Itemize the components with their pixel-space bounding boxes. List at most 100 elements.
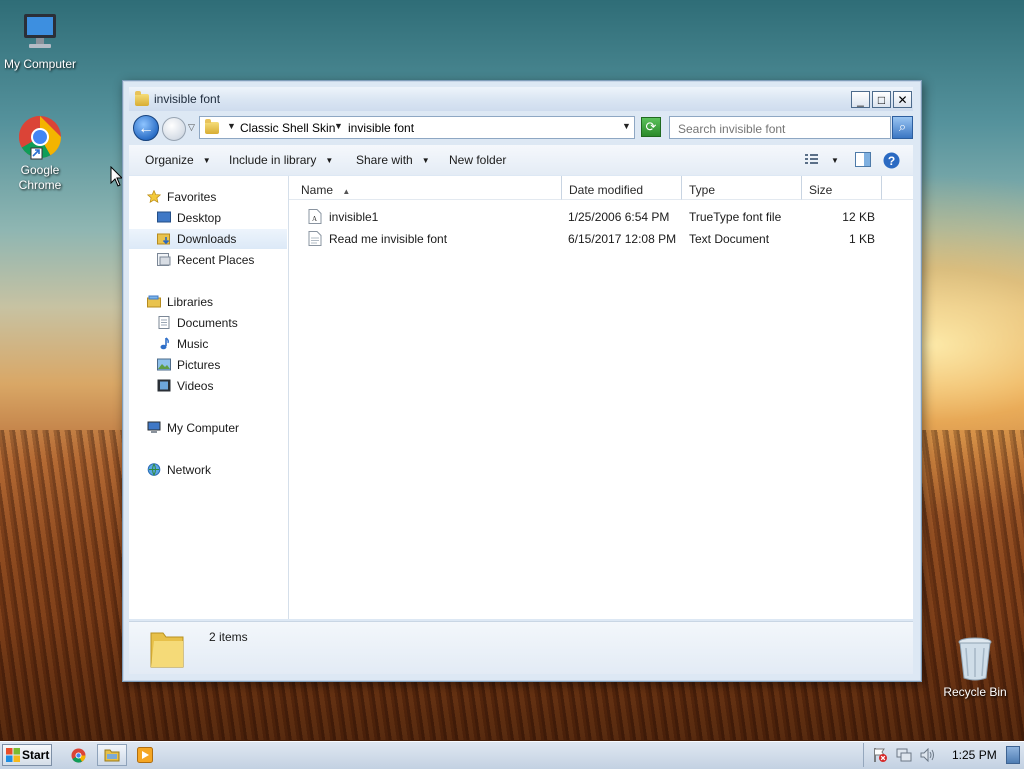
include-in-library-button[interactable]: Include in library ▼ bbox=[229, 153, 333, 167]
nav-my-computer[interactable]: My Computer bbox=[147, 421, 239, 441]
computer-icon bbox=[24, 14, 56, 48]
breadcrumb-arrow-icon[interactable]: ▼ bbox=[334, 121, 343, 131]
taskbar-chrome-button[interactable] bbox=[64, 744, 94, 766]
file-type: Text Document bbox=[689, 232, 770, 246]
organize-button[interactable]: Organize ▼ bbox=[145, 153, 211, 167]
nav-pictures[interactable]: Pictures bbox=[157, 358, 220, 378]
nav-recent-places-label: Recent Places bbox=[177, 253, 255, 267]
nav-libraries-label: Libraries bbox=[167, 295, 214, 309]
text-document-icon bbox=[308, 231, 322, 246]
breadcrumb-item[interactable]: Classic Shell Skin bbox=[240, 121, 335, 135]
sort-ascending-icon: ▲ bbox=[342, 187, 351, 196]
explorer-window[interactable]: invisible font _ □ ✕ ← ▽ ▼ Classic Shell… bbox=[122, 80, 922, 682]
share-with-button[interactable]: Share with ▼ bbox=[356, 153, 430, 167]
pictures-icon bbox=[157, 358, 171, 371]
view-options-chevron-down-icon[interactable]: ▼ bbox=[831, 156, 839, 165]
address-history-dropdown-icon[interactable]: ▼ bbox=[622, 121, 631, 131]
maximize-button[interactable]: □ bbox=[872, 91, 891, 108]
action-center-flag-icon[interactable] bbox=[872, 747, 888, 763]
chevron-down-icon: ▼ bbox=[421, 156, 430, 165]
documents-icon bbox=[158, 316, 170, 329]
share-with-label: Share with bbox=[356, 153, 413, 167]
folder-icon bbox=[135, 91, 149, 106]
show-desktop-button[interactable] bbox=[1006, 746, 1020, 764]
search-icon[interactable]: ⌕ bbox=[892, 116, 913, 139]
column-header-size[interactable]: Size bbox=[802, 176, 882, 200]
back-button[interactable]: ← bbox=[133, 115, 159, 141]
taskbar-explorer-button[interactable] bbox=[97, 744, 127, 766]
file-date: 6/15/2017 12:08 PM bbox=[568, 232, 677, 246]
breadcrumb-arrow-icon[interactable]: ▼ bbox=[227, 121, 236, 131]
nav-videos[interactable]: Videos bbox=[157, 379, 213, 399]
videos-icon bbox=[157, 379, 171, 392]
column-header-type[interactable]: Type bbox=[682, 176, 802, 200]
music-note-icon bbox=[160, 337, 169, 350]
table-row[interactable]: A invisible1 1/25/2006 6:54 PM TrueType … bbox=[289, 206, 913, 228]
file-name: invisible1 bbox=[329, 210, 379, 224]
minimize-button[interactable]: _ bbox=[851, 91, 870, 108]
taskbar-media-player-button[interactable] bbox=[131, 744, 161, 766]
recent-places-icon bbox=[157, 253, 171, 266]
nav-libraries[interactable]: Libraries bbox=[147, 295, 213, 315]
start-label: Start bbox=[22, 748, 50, 762]
column-name-label: Name bbox=[301, 183, 334, 197]
nav-documents-label: Documents bbox=[177, 316, 238, 330]
chevron-down-icon: ▼ bbox=[325, 156, 334, 165]
desktop-icon-label: Recycle Bin bbox=[943, 685, 1007, 699]
close-button[interactable]: ✕ bbox=[893, 91, 912, 108]
refresh-button[interactable]: ⟳ bbox=[641, 117, 661, 137]
desktop-icon-recycle-bin[interactable]: Recycle Bin bbox=[935, 636, 1015, 700]
file-name: Read me invisible font bbox=[329, 232, 448, 246]
include-in-library-label: Include in library bbox=[229, 153, 317, 167]
nav-my-computer-label: My Computer bbox=[167, 421, 240, 435]
computer-icon bbox=[147, 421, 161, 433]
chrome-icon bbox=[18, 115, 62, 160]
navigation-pane: Favorites Desktop Downloads Recent Place… bbox=[129, 176, 289, 619]
file-size: 12 KB bbox=[842, 210, 875, 224]
column-header-date-modified[interactable]: Date modified bbox=[562, 176, 682, 200]
new-folder-button[interactable]: New folder bbox=[449, 153, 506, 167]
folder-icon bbox=[205, 119, 219, 134]
column-header-name[interactable]: Name ▲ bbox=[289, 176, 562, 200]
change-view-icon[interactable] bbox=[804, 152, 820, 166]
nav-favorites-label: Favorites bbox=[167, 190, 217, 204]
table-row[interactable]: Read me invisible font 6/15/2017 12:08 P… bbox=[289, 228, 913, 250]
search-input[interactable] bbox=[669, 116, 891, 139]
start-button[interactable]: Start bbox=[2, 744, 52, 766]
windows-logo-icon bbox=[6, 748, 20, 762]
preview-pane-icon[interactable] bbox=[855, 152, 871, 167]
desktop-icon-my-computer[interactable]: My Computer bbox=[0, 10, 80, 72]
item-count: 2 items bbox=[209, 630, 248, 644]
desktop-icon-label-line1: Google bbox=[20, 163, 60, 177]
title-bar[interactable]: invisible font _ □ ✕ bbox=[129, 87, 913, 111]
desktop-icon bbox=[157, 211, 171, 223]
recent-pages-dropdown-icon[interactable]: ▽ bbox=[188, 122, 195, 133]
nav-favorites[interactable]: Favorites bbox=[147, 190, 216, 210]
nav-downloads[interactable]: Downloads bbox=[129, 229, 287, 249]
address-bar[interactable]: ▼ Classic Shell Skin ▼ invisible font ▼ bbox=[199, 116, 635, 139]
nav-pictures-label: Pictures bbox=[177, 358, 221, 372]
recycle-bin-icon bbox=[958, 637, 992, 681]
folder-icon bbox=[150, 632, 184, 668]
desktop-icon-google-chrome[interactable]: Google Chrome bbox=[0, 114, 80, 193]
forward-button[interactable] bbox=[162, 117, 186, 141]
volume-speaker-icon[interactable] bbox=[920, 748, 936, 762]
nav-desktop[interactable]: Desktop bbox=[157, 211, 221, 231]
nav-network[interactable]: Network bbox=[147, 463, 211, 483]
file-date: 1/25/2006 6:54 PM bbox=[568, 210, 670, 224]
file-list[interactable]: Name ▲ Date modified Type Size A invisib… bbox=[289, 176, 913, 619]
taskbar: Start 1:25 PM bbox=[0, 741, 1024, 769]
nav-music[interactable]: Music bbox=[157, 337, 208, 357]
folder-icon bbox=[104, 749, 120, 762]
nav-recent-places[interactable]: Recent Places bbox=[157, 253, 254, 273]
libraries-icon bbox=[147, 295, 161, 308]
breadcrumb-item[interactable]: invisible font bbox=[348, 121, 414, 135]
nav-documents[interactable]: Documents bbox=[157, 316, 238, 336]
media-player-icon bbox=[137, 747, 153, 763]
svg-text:?: ? bbox=[888, 154, 895, 168]
downloads-folder-icon bbox=[157, 233, 170, 245]
help-icon[interactable]: ? bbox=[883, 152, 900, 169]
network-status-icon[interactable] bbox=[896, 747, 912, 763]
clock[interactable]: 1:25 PM bbox=[952, 748, 997, 762]
desktop-icon-label: My Computer bbox=[3, 57, 77, 71]
